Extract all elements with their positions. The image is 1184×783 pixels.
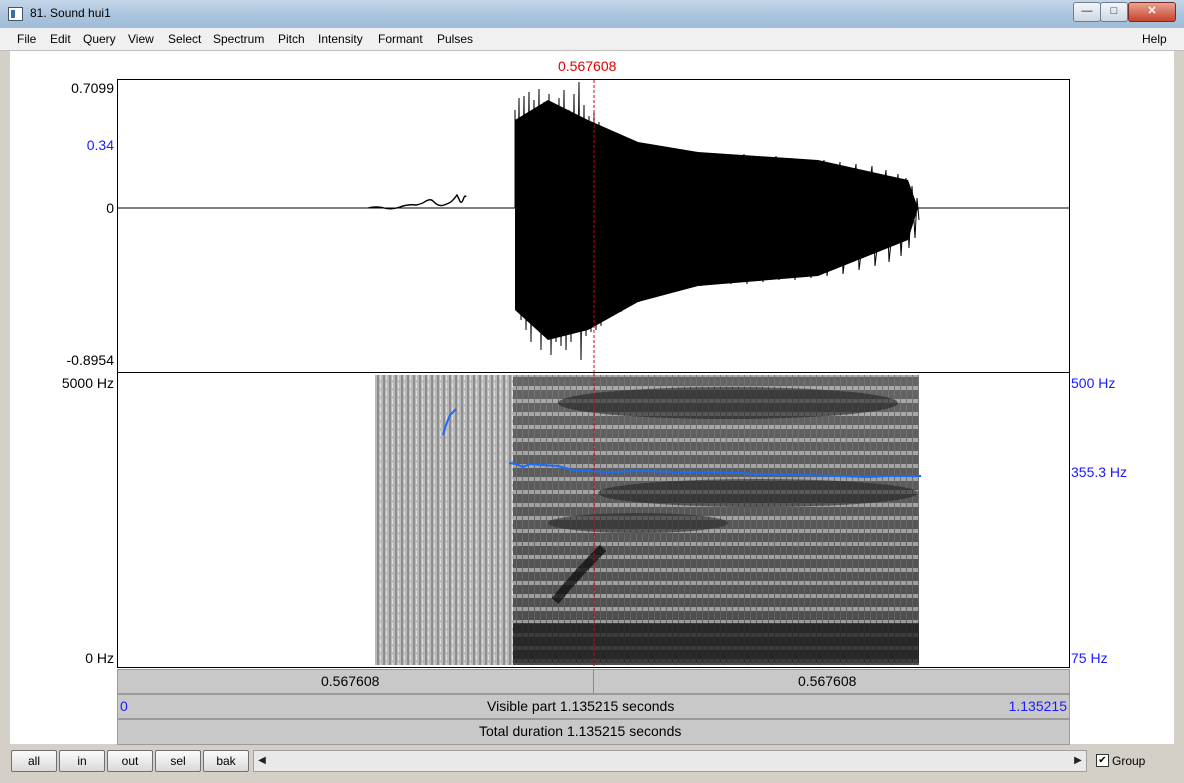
right-part-duration: 0.567608: [798, 673, 857, 689]
menu-view[interactable]: View: [128, 32, 154, 46]
menu-help[interactable]: Help: [1142, 32, 1167, 46]
minimize-button[interactable]: —: [1073, 2, 1101, 22]
menu-edit[interactable]: Edit: [50, 32, 71, 46]
window-icon: [8, 7, 23, 21]
close-button[interactable]: ✕: [1128, 2, 1176, 22]
total-duration-label: Total duration 1.135215 seconds: [479, 723, 682, 739]
menu-query[interactable]: Query: [83, 32, 116, 46]
scroll-left-arrow-icon[interactable]: ◀: [254, 751, 270, 771]
waveform-mid-label: 0.34: [86, 137, 114, 153]
title-bar[interactable]: 81. Sound hui1 — □ ✕: [0, 0, 1184, 29]
zoom-all-button[interactable]: all: [11, 750, 57, 772]
total-duration-bar[interactable]: Total duration 1.135215 seconds: [117, 719, 1070, 745]
menu-file[interactable]: File: [17, 32, 36, 46]
scroll-right-arrow-icon[interactable]: ▶: [1070, 751, 1086, 771]
bottom-controls: all in out sel bak ◀ ▶ ✔ Group: [0, 745, 1184, 783]
spectrogram-noise-region: [375, 375, 515, 665]
group-checkbox[interactable]: ✔: [1096, 754, 1109, 767]
group-label: Group: [1112, 754, 1146, 768]
waveform-zero-label: 0: [106, 200, 114, 216]
zoom-back-button[interactable]: bak: [203, 750, 249, 772]
time-scrollbar[interactable]: ◀ ▶: [253, 750, 1087, 772]
visible-start-time: 0: [120, 698, 128, 714]
menu-pitch[interactable]: Pitch: [278, 32, 305, 46]
zoom-in-button[interactable]: in: [59, 750, 105, 772]
waveform-min-label: -0.8954: [66, 352, 114, 368]
waveform-max-label: 0.7099: [71, 80, 114, 96]
waveform-svg: [118, 80, 1069, 372]
spectrogram-svg: [375, 373, 921, 667]
menu-intensity[interactable]: Intensity: [318, 32, 363, 46]
pitch-top-label: 500 Hz: [1071, 375, 1116, 391]
spectrogram-bottom-freq: 0 Hz: [85, 650, 114, 666]
spectrogram-panel[interactable]: [117, 373, 1070, 668]
zoom-selection-button[interactable]: sel: [155, 750, 201, 772]
menu-pulses[interactable]: Pulses: [437, 32, 473, 46]
left-part-duration: 0.567608: [321, 673, 380, 689]
menu-bar: File Edit Query View Select Spectrum Pit…: [0, 28, 1184, 51]
spectrogram-top-freq: 5000 Hz: [61, 375, 114, 391]
visible-part-label: Visible part 1.135215 seconds: [487, 698, 675, 714]
menu-select[interactable]: Select: [168, 32, 201, 46]
waveform-onset: [367, 193, 467, 210]
menu-formant[interactable]: Formant: [378, 32, 423, 46]
maximize-button[interactable]: □: [1100, 2, 1128, 22]
pitch-current-label: 355.3 Hz: [1071, 464, 1128, 480]
window-title: 81. Sound hui1: [30, 6, 111, 20]
selection-time-bar[interactable]: 0.567608 0.567608: [117, 669, 1070, 694]
visible-end-time: 1.135215: [1008, 698, 1067, 714]
praat-sound-editor-window: 81. Sound hui1 — □ ✕ File Edit Query Vie…: [0, 0, 1184, 783]
menu-spectrum[interactable]: Spectrum: [213, 32, 264, 46]
zoom-out-button[interactable]: out: [107, 750, 153, 772]
visible-part-bar[interactable]: 0 Visible part 1.135215 seconds 1.135215: [117, 694, 1070, 719]
waveform-panel[interactable]: [117, 79, 1070, 373]
cursor-time-label: 0.567608: [558, 58, 617, 74]
pitch-bottom-label: 75 Hz: [1071, 650, 1108, 666]
cursor-divider: [593, 670, 594, 693]
waveform-envelope: [515, 100, 918, 340]
